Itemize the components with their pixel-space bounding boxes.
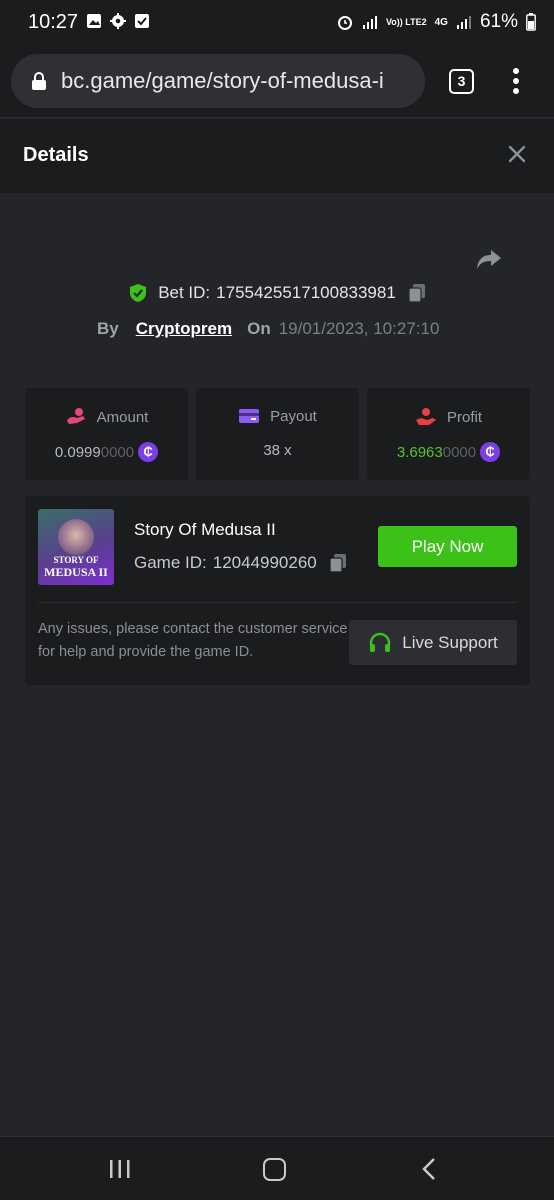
menu-dot	[513, 68, 519, 74]
home-icon[interactable]	[263, 1158, 286, 1181]
coin-icon: ₵	[480, 442, 501, 462]
close-icon[interactable]	[505, 142, 529, 166]
amount-label: Amount	[96, 408, 149, 426]
profit-value-decimals: 0000	[442, 443, 477, 461]
game-id-value: 12044990260	[212, 553, 317, 572]
status-time: 10:27	[28, 11, 79, 33]
battery-icon	[526, 13, 536, 31]
tab-switcher-button[interactable]: 3	[449, 69, 474, 94]
live-support-button[interactable]: Live Support	[349, 620, 517, 665]
bet-author-row: By Cryptoprem On 19/01/2023, 10:27:10	[97, 319, 439, 339]
volte-label: Vo)) LTE2	[385, 16, 427, 27]
browser-toolbar: bc.game/game/story-of-medusa-i 3	[0, 44, 554, 118]
system-nav-bar	[0, 1136, 554, 1200]
copy-icon[interactable]	[329, 553, 347, 573]
verified-shield-icon	[130, 284, 147, 302]
headset-icon	[370, 632, 391, 652]
medusa-art	[58, 519, 94, 555]
menu-dot	[513, 88, 519, 94]
payout-card: Payout 38 x	[196, 388, 359, 480]
bet-id-row: Bet ID: 1755425517100833981	[0, 283, 554, 303]
copy-icon[interactable]	[408, 283, 426, 303]
by-label: By	[97, 319, 119, 338]
signal-icon	[362, 16, 377, 29]
game-card: STORY OF MEDUSA II Story Of Medusa II Ga…	[25, 496, 530, 685]
payout-label: Payout	[270, 407, 317, 425]
game-thumbnail[interactable]: STORY OF MEDUSA II	[38, 509, 114, 585]
bet-id-value: 1755425517100833981	[216, 283, 396, 302]
amount-card: Amount 0.0999 0000 ₵	[25, 388, 188, 480]
recent-apps-icon[interactable]	[109, 1159, 131, 1179]
url-text[interactable]: bc.game/game/story-of-medusa-i	[61, 68, 384, 94]
game-name: Story Of Medusa II	[134, 520, 276, 539]
amount-value: 0.0999	[54, 443, 101, 461]
game-id-row: Game ID: 12044990260	[134, 553, 347, 573]
page-title: Details	[23, 144, 89, 166]
profit-icon	[415, 408, 436, 425]
amount-value-decimals: 0000	[100, 443, 135, 461]
share-icon[interactable]	[474, 244, 504, 274]
bet-datetime: 19/01/2023, 10:27:10	[278, 319, 440, 338]
support-message: Any issues, please contact the customer …	[38, 621, 348, 660]
address-bar[interactable]: bc.game/game/story-of-medusa-i	[11, 54, 425, 108]
status-left-icons	[86, 13, 150, 29]
menu-dot	[513, 78, 519, 84]
thumb-title-line2: MEDUSA II	[44, 565, 108, 579]
username-link[interactable]: Cryptoprem	[136, 319, 232, 339]
net-4g-label: 4G	[434, 16, 448, 28]
amount-icon	[66, 408, 85, 424]
profit-card: Profit 3.6963 0000 ₵	[367, 388, 530, 480]
coin-icon: ₵	[138, 442, 159, 462]
payout-value: 38 x	[263, 442, 292, 459]
play-now-button[interactable]: Play Now	[378, 526, 517, 567]
details-header: Details	[0, 119, 554, 193]
browser-menu-button[interactable]	[510, 68, 522, 96]
gallery-icon	[87, 14, 101, 28]
payout-card-icon	[239, 409, 260, 423]
checkbox-icon	[135, 14, 149, 28]
alarm-icon	[337, 16, 352, 30]
status-bar: 10:27 Vo)) LTE2 4G 61%	[0, 0, 554, 44]
on-label: On	[247, 319, 271, 338]
bet-id-label: Bet ID:	[158, 283, 211, 302]
battery-percent: 61%	[479, 11, 518, 32]
back-icon[interactable]	[421, 1157, 437, 1181]
settings-gear-icon	[110, 13, 126, 29]
status-right-icons: Vo)) LTE2 4G 61%	[336, 11, 536, 33]
signal-2-icon	[456, 16, 471, 29]
profit-value: 3.6963	[396, 443, 443, 461]
game-id-label: Game ID:	[134, 553, 207, 572]
divider	[38, 602, 517, 603]
lock-icon	[32, 72, 46, 90]
thumb-title-line1: STORY OF	[53, 555, 99, 565]
live-support-label: Live Support	[402, 632, 498, 652]
profit-label: Profit	[446, 408, 482, 426]
